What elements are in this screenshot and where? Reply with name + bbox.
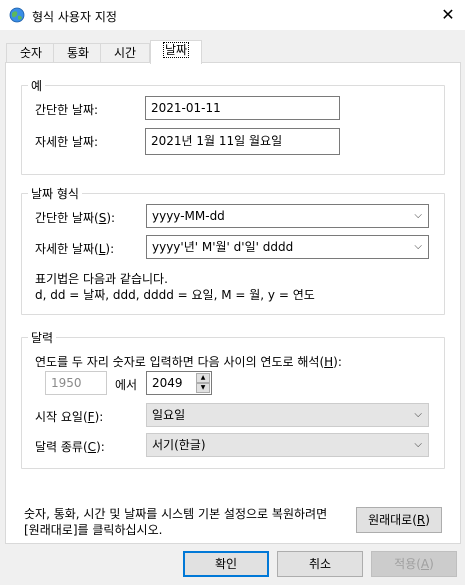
window-title: 형식 사용자 지정	[32, 10, 117, 24]
date-format-legend: 날짜 형식	[28, 185, 82, 202]
spin-up-icon[interactable]: ▲	[196, 373, 210, 383]
chevron-down-icon[interactable]: ⌵	[414, 434, 422, 456]
first-day-value: 일요일	[152, 408, 186, 422]
reset-text-line-1: 숫자, 통화, 시간 및 날짜를 시스템 기본 설정으로 복원하려면	[24, 507, 328, 521]
example-legend: 예	[28, 77, 46, 94]
ok-button[interactable]: 확인	[183, 551, 269, 577]
tab-currency[interactable]: 통화	[53, 43, 103, 63]
reset-text-line-2: [원래대로]를 클릭하십시오.	[24, 523, 163, 537]
notation-line-1: 표기법은 다음과 같습니다.	[35, 272, 168, 286]
year-from-field: 1950	[45, 371, 107, 395]
tab-number[interactable]: 숫자	[6, 43, 56, 63]
year-to-value: 2049	[152, 376, 183, 390]
long-date-combobox[interactable]: yyyy'년' M'월' d'일' dddd ⌵	[146, 235, 429, 259]
tab-label: 날짜	[162, 42, 190, 58]
two-digit-year-label: 연도를 두 자리 숫자로 입력하면 다음 사이의 연도로 해석(H):	[35, 355, 342, 369]
short-date-value: yyyy-MM-dd	[152, 209, 225, 223]
chevron-down-icon[interactable]: ⌵	[414, 205, 422, 227]
chevron-down-icon[interactable]: ⌵	[414, 236, 422, 258]
close-icon[interactable]: ✕	[436, 3, 460, 27]
example-short-label: 간단한 날짜:	[35, 103, 99, 117]
tab-date[interactable]: 날짜	[150, 40, 202, 64]
long-date-label: 자세한 날짜(L):	[35, 242, 115, 256]
short-date-label: 간단한 날짜(S):	[35, 211, 116, 225]
globe-icon	[9, 7, 25, 23]
spin-down-icon[interactable]: ▼	[196, 383, 210, 393]
cancel-button[interactable]: 취소	[277, 551, 363, 577]
tab-label: 시간	[113, 46, 137, 60]
example-long-label: 자세한 날짜:	[35, 135, 99, 149]
calendar-type-combobox[interactable]: 서기(한글) ⌵	[146, 433, 429, 457]
tab-label: 통화	[66, 46, 90, 60]
example-short-value: 2021-01-11	[145, 96, 340, 120]
notation-line-2: d, dd = 날짜, ddd, dddd = 요일, M = 월, y = 연…	[35, 288, 315, 302]
chevron-down-icon[interactable]: ⌵	[414, 404, 422, 426]
long-date-value: yyyy'년' M'월' d'일' dddd	[152, 240, 294, 254]
calendar-type-label: 달력 종류(C):	[35, 440, 105, 454]
calendar-legend: 달력	[28, 329, 57, 346]
first-day-label: 시작 요일(F):	[35, 410, 104, 424]
reset-button[interactable]: 원래대로(R)	[356, 507, 442, 533]
first-day-combobox[interactable]: 일요일 ⌵	[146, 403, 429, 427]
short-date-combobox[interactable]: yyyy-MM-dd ⌵	[146, 204, 429, 228]
apply-button[interactable]: 적용(A)	[371, 551, 457, 577]
year-between-label: 에서	[115, 378, 138, 392]
example-long-value: 2021년 1월 11일 월요일	[145, 128, 340, 155]
tab-time[interactable]: 시간	[100, 43, 150, 63]
tab-label: 숫자	[19, 46, 43, 60]
calendar-type-value: 서기(한글)	[152, 438, 206, 452]
